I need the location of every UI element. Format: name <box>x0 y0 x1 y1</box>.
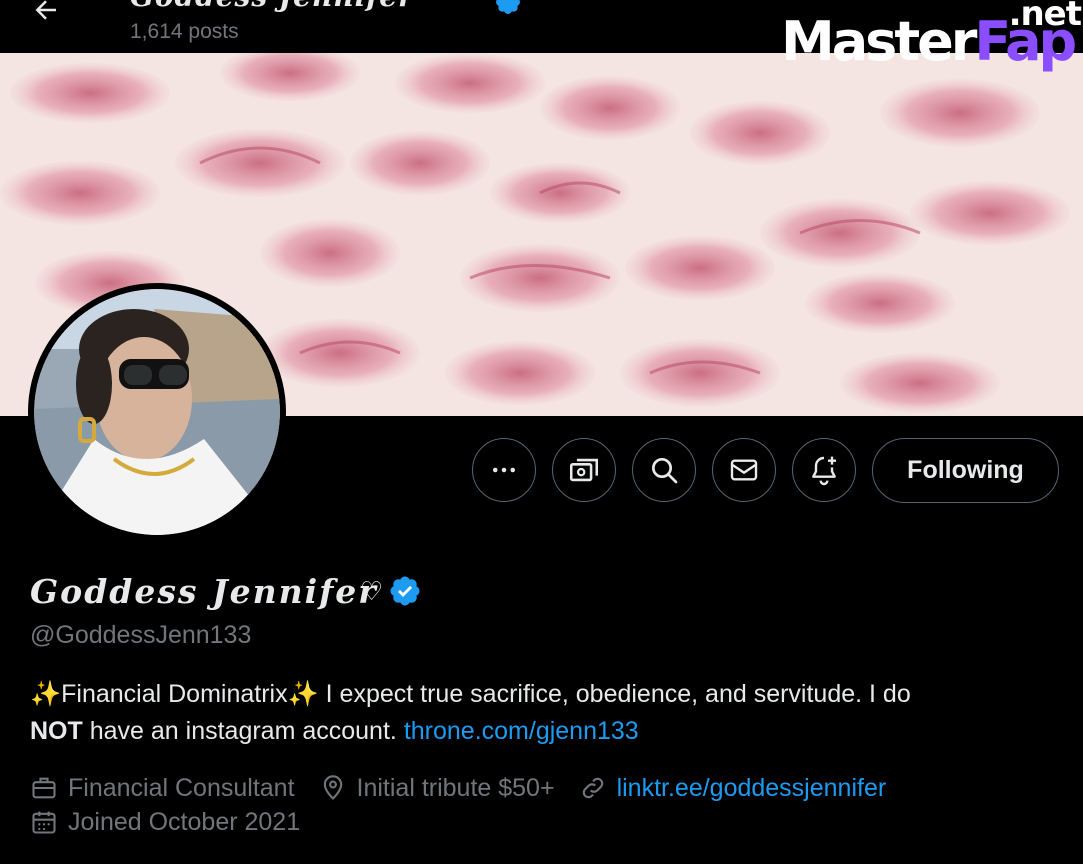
website-link[interactable]: linktr.ee/goddessjennifer <box>617 774 887 803</box>
location-pin-icon <box>323 775 342 800</box>
profile-bio: ✨Financial Dominatrix✨ I expect true sac… <box>30 676 1060 750</box>
profile-meta-row-1: Financial Consultant Initial tribute $50… <box>30 771 910 805</box>
subscribe-money-icon <box>569 458 599 482</box>
display-name: Goddess Jennifer <box>30 572 378 611</box>
location-label: Initial tribute $50+ <box>356 773 555 802</box>
name-heart-symbol: ♡ <box>360 576 384 606</box>
message-icon <box>730 459 758 481</box>
bio-line-1: ✨Financial Dominatrix✨ I expect true sac… <box>30 680 911 708</box>
briefcase-icon <box>32 777 56 799</box>
watermark-suffix: .net <box>1008 0 1082 34</box>
search-profile-button[interactable] <box>632 438 696 502</box>
verified-badge-icon[interactable] <box>388 574 422 608</box>
verified-badge-icon <box>496 0 520 14</box>
profile-handle: @GoddessJenn133 <box>30 621 252 649</box>
bio-line-2: have an instagram account. <box>82 717 404 745</box>
header-title: Goddess Jennifer <box>130 0 414 13</box>
subscribe-button[interactable] <box>552 438 616 502</box>
more-icon <box>493 467 515 473</box>
professional-category: Financial Consultant <box>30 774 295 803</box>
profile-website[interactable]: linktr.ee/goddessjennifer <box>579 774 887 803</box>
profile-meta-row-2: Joined October 2021 <box>30 805 324 839</box>
posts-count: 1,614 posts <box>130 20 239 43</box>
following-button[interactable]: Following <box>872 438 1059 503</box>
bio-throne-link[interactable]: throne.com/gjenn133 <box>404 717 639 745</box>
avatar-photo <box>34 289 280 535</box>
profile-avatar[interactable] <box>28 283 286 541</box>
search-icon <box>652 458 678 484</box>
arrow-left-icon <box>35 0 56 20</box>
back-button[interactable] <box>26 0 66 30</box>
notifications-button[interactable] <box>792 438 856 502</box>
professional-category-label: Financial Consultant <box>68 773 295 802</box>
message-button[interactable] <box>712 438 776 502</box>
link-icon <box>582 777 603 799</box>
watermark-logo: MasterFap .net <box>781 0 1082 78</box>
profile-location: Initial tribute $50+ <box>319 774 555 803</box>
notification-add-icon <box>812 456 836 486</box>
bio-not-word: NOT <box>30 717 83 745</box>
join-date-label: Joined October 2021 <box>68 807 301 836</box>
more-button[interactable] <box>472 438 536 502</box>
calendar-icon <box>32 811 56 834</box>
join-date: Joined October 2021 <box>30 808 300 837</box>
